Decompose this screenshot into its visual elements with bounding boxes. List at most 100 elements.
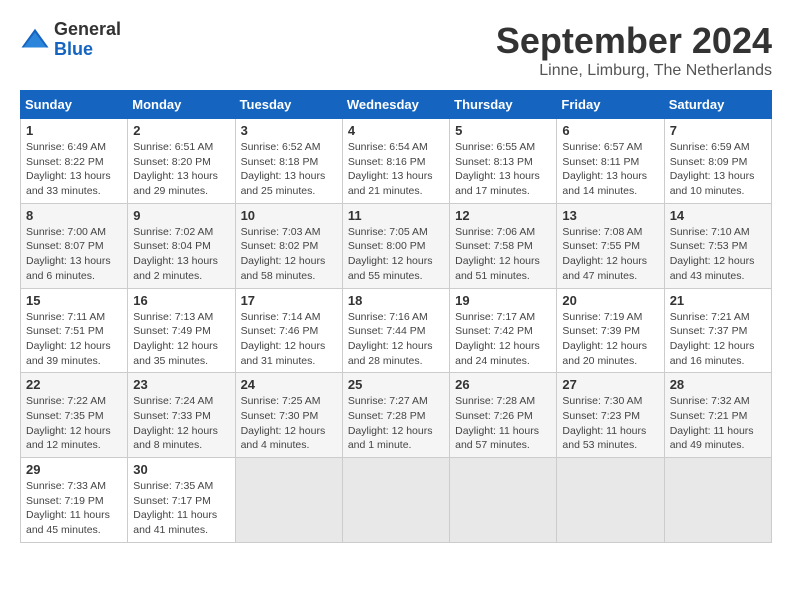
header-thursday: Thursday <box>450 91 557 119</box>
day-number: 1 <box>26 123 122 138</box>
title-section: September 2024 Linne, Limburg, The Nethe… <box>496 20 772 80</box>
calendar-cell: 23 Sunrise: 7:24 AMSunset: 7:33 PMDayligh… <box>128 373 235 458</box>
day-number: 12 <box>455 208 551 223</box>
calendar-cell: 1 Sunrise: 6:49 AMSunset: 8:22 PMDaylight… <box>21 119 128 204</box>
day-info: Sunrise: 7:27 AMSunset: 7:28 PMDaylight:… <box>348 394 444 453</box>
day-info: Sunrise: 7:05 AMSunset: 8:00 PMDaylight:… <box>348 225 444 284</box>
day-info: Sunrise: 7:24 AMSunset: 7:33 PMDaylight:… <box>133 394 229 453</box>
calendar-cell: 9Sunrise: 7:02 AMSunset: 8:04 PMDaylight… <box>128 203 235 288</box>
day-number: 2 <box>133 123 229 138</box>
calendar-cell: 21 Sunrise: 7:21 AMSunset: 7:37 PMDayligh… <box>664 288 771 373</box>
calendar-cell: 11 Sunrise: 7:05 AMSunset: 8:00 PMDayligh… <box>342 203 449 288</box>
header-friday: Friday <box>557 91 664 119</box>
day-info: Sunrise: 7:03 AMSunset: 8:02 PMDaylight:… <box>241 225 337 284</box>
day-info: Sunrise: 6:55 AMSunset: 8:13 PMDaylight:… <box>455 140 551 199</box>
day-number: 25 <box>348 377 444 392</box>
calendar-cell: 24 Sunrise: 7:25 AMSunset: 7:30 PMDayligh… <box>235 373 342 458</box>
day-info: Sunrise: 6:54 AMSunset: 8:16 PMDaylight:… <box>348 140 444 199</box>
calendar-cell: 26 Sunrise: 7:28 AMSunset: 7:26 PMDayligh… <box>450 373 557 458</box>
calendar-cell: 22Sunrise: 7:22 AMSunset: 7:35 PMDayligh… <box>21 373 128 458</box>
day-number: 22 <box>26 377 122 392</box>
day-info: Sunrise: 7:17 AMSunset: 7:42 PMDaylight:… <box>455 310 551 369</box>
calendar-week-row: 22Sunrise: 7:22 AMSunset: 7:35 PMDayligh… <box>21 373 772 458</box>
day-number: 5 <box>455 123 551 138</box>
location-title: Linne, Limburg, The Netherlands <box>496 62 772 80</box>
day-number: 6 <box>562 123 658 138</box>
calendar-cell: 16Sunrise: 7:13 AMSunset: 7:49 PMDayligh… <box>128 288 235 373</box>
day-info: Sunrise: 6:51 AMSunset: 8:20 PMDaylight:… <box>133 140 229 199</box>
calendar-cell: 2 Sunrise: 6:51 AMSunset: 8:20 PMDaylight… <box>128 119 235 204</box>
day-info: Sunrise: 7:11 AMSunset: 7:51 PMDaylight:… <box>26 310 122 369</box>
calendar-cell: 14Sunrise: 7:10 AMSunset: 7:53 PMDayligh… <box>664 203 771 288</box>
logo-icon <box>20 25 50 55</box>
calendar-cell: 18 Sunrise: 7:16 AMSunset: 7:44 PMDayligh… <box>342 288 449 373</box>
logo-text: General Blue <box>54 20 121 60</box>
calendar-cell: 29Sunrise: 7:33 AMSunset: 7:19 PMDayligh… <box>21 458 128 543</box>
calendar-cell: 20 Sunrise: 7:19 AMSunset: 7:39 PMDayligh… <box>557 288 664 373</box>
calendar-cell: 12 Sunrise: 7:06 AMSunset: 7:58 PMDayligh… <box>450 203 557 288</box>
header-saturday: Saturday <box>664 91 771 119</box>
day-number: 11 <box>348 208 444 223</box>
header-sunday: Sunday <box>21 91 128 119</box>
day-info: Sunrise: 7:00 AMSunset: 8:07 PMDaylight:… <box>26 225 122 284</box>
day-number: 30 <box>133 462 229 477</box>
calendar-header-row: SundayMondayTuesdayWednesdayThursdayFrid… <box>21 91 772 119</box>
day-info: Sunrise: 7:32 AMSunset: 7:21 PMDaylight:… <box>670 394 766 453</box>
calendar-cell: 13Sunrise: 7:08 AMSunset: 7:55 PMDayligh… <box>557 203 664 288</box>
header-wednesday: Wednesday <box>342 91 449 119</box>
day-info: Sunrise: 6:59 AMSunset: 8:09 PMDaylight:… <box>670 140 766 199</box>
calendar-week-row: 15 Sunrise: 7:11 AMSunset: 7:51 PMDayligh… <box>21 288 772 373</box>
day-info: Sunrise: 6:52 AMSunset: 8:18 PMDaylight:… <box>241 140 337 199</box>
day-info: Sunrise: 6:49 AMSunset: 8:22 PMDaylight:… <box>26 140 122 199</box>
calendar-cell <box>235 458 342 543</box>
calendar-cell <box>342 458 449 543</box>
day-number: 14 <box>670 208 766 223</box>
day-number: 7 <box>670 123 766 138</box>
calendar-cell: 10Sunrise: 7:03 AMSunset: 8:02 PMDayligh… <box>235 203 342 288</box>
day-number: 23 <box>133 377 229 392</box>
day-number: 19 <box>455 293 551 308</box>
calendar-cell: 28 Sunrise: 7:32 AMSunset: 7:21 PMDayligh… <box>664 373 771 458</box>
calendar-cell: 17Sunrise: 7:14 AMSunset: 7:46 PMDayligh… <box>235 288 342 373</box>
day-number: 15 <box>26 293 122 308</box>
day-info: Sunrise: 6:57 AMSunset: 8:11 PMDaylight:… <box>562 140 658 199</box>
day-info: Sunrise: 7:19 AMSunset: 7:39 PMDaylight:… <box>562 310 658 369</box>
calendar-cell: 6 Sunrise: 6:57 AMSunset: 8:11 PMDaylight… <box>557 119 664 204</box>
day-number: 8 <box>26 208 122 223</box>
calendar-cell: 25 Sunrise: 7:27 AMSunset: 7:28 PMDayligh… <box>342 373 449 458</box>
header-monday: Monday <box>128 91 235 119</box>
calendar-cell: 7 Sunrise: 6:59 AMSunset: 8:09 PMDaylight… <box>664 119 771 204</box>
calendar-cell <box>664 458 771 543</box>
day-number: 16 <box>133 293 229 308</box>
calendar-week-row: 8 Sunrise: 7:00 AMSunset: 8:07 PMDaylight… <box>21 203 772 288</box>
logo-general: General <box>54 20 121 40</box>
day-info: Sunrise: 7:14 AMSunset: 7:46 PMDaylight:… <box>241 310 337 369</box>
day-info: Sunrise: 7:30 AMSunset: 7:23 PMDaylight:… <box>562 394 658 453</box>
day-info: Sunrise: 7:35 AMSunset: 7:17 PMDaylight:… <box>133 479 229 538</box>
day-number: 24 <box>241 377 337 392</box>
calendar-cell: 30 Sunrise: 7:35 AMSunset: 7:17 PMDayligh… <box>128 458 235 543</box>
day-info: Sunrise: 7:25 AMSunset: 7:30 PMDaylight:… <box>241 394 337 453</box>
day-number: 26 <box>455 377 551 392</box>
day-info: Sunrise: 7:06 AMSunset: 7:58 PMDaylight:… <box>455 225 551 284</box>
calendar-week-row: 1 Sunrise: 6:49 AMSunset: 8:22 PMDaylight… <box>21 119 772 204</box>
calendar-cell: 3Sunrise: 6:52 AMSunset: 8:18 PMDaylight… <box>235 119 342 204</box>
day-info: Sunrise: 7:21 AMSunset: 7:37 PMDaylight:… <box>670 310 766 369</box>
day-number: 21 <box>670 293 766 308</box>
day-info: Sunrise: 7:02 AMSunset: 8:04 PMDaylight:… <box>133 225 229 284</box>
day-info: Sunrise: 7:33 AMSunset: 7:19 PMDaylight:… <box>26 479 122 538</box>
day-number: 28 <box>670 377 766 392</box>
calendar-cell: 27 Sunrise: 7:30 AMSunset: 7:23 PMDayligh… <box>557 373 664 458</box>
calendar-cell: 19 Sunrise: 7:17 AMSunset: 7:42 PMDayligh… <box>450 288 557 373</box>
day-number: 27 <box>562 377 658 392</box>
logo: General Blue <box>20 20 121 60</box>
page-header: General Blue September 2024 Linne, Limbu… <box>20 20 772 80</box>
day-number: 20 <box>562 293 658 308</box>
day-number: 18 <box>348 293 444 308</box>
day-info: Sunrise: 7:28 AMSunset: 7:26 PMDaylight:… <box>455 394 551 453</box>
logo-blue: Blue <box>54 40 121 60</box>
day-info: Sunrise: 7:16 AMSunset: 7:44 PMDaylight:… <box>348 310 444 369</box>
day-number: 13 <box>562 208 658 223</box>
header-tuesday: Tuesday <box>235 91 342 119</box>
calendar-cell <box>450 458 557 543</box>
